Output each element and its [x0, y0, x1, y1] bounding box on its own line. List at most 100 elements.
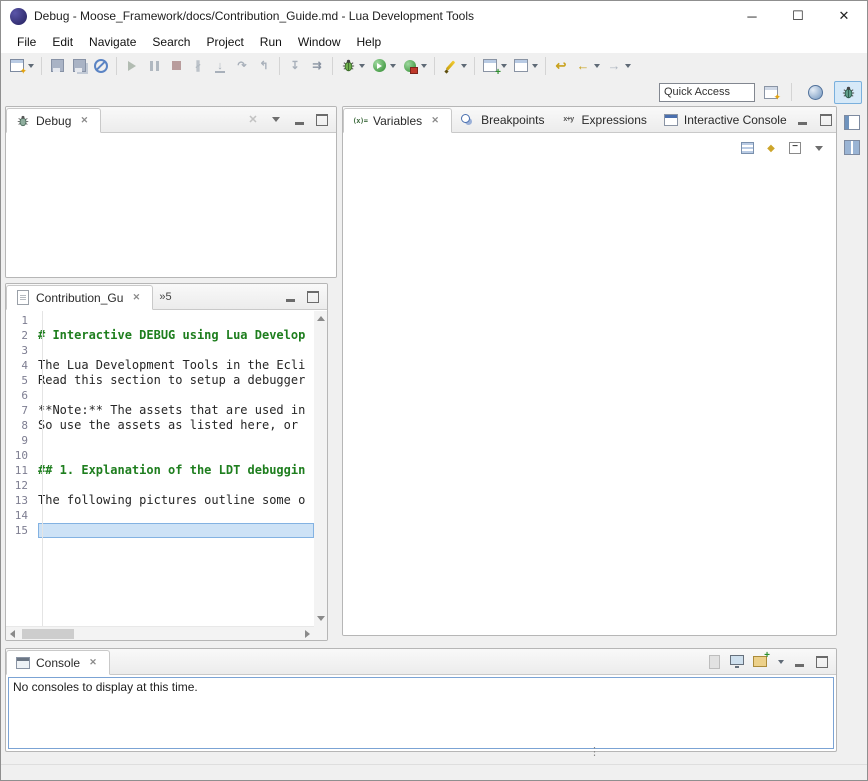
skip-all-breakpoints-button[interactable]: [90, 54, 112, 77]
resume-icon: [124, 58, 140, 74]
view-menu-icon[interactable]: [268, 112, 284, 128]
code-line[interactable]: 6: [6, 388, 314, 403]
step-over-button[interactable]: [231, 54, 253, 77]
scroll-up-icon[interactable]: [317, 316, 325, 321]
new-wizard-button[interactable]: [6, 54, 37, 77]
quick-access-input[interactable]: [659, 83, 755, 102]
maximize-icon[interactable]: [814, 654, 830, 670]
menu-edit[interactable]: Edit: [44, 32, 81, 52]
code-line[interactable]: 13 The following pictures outline some o: [6, 493, 314, 508]
debug-perspective-button[interactable]: [834, 81, 862, 104]
hidden-editors-indicator[interactable]: »5: [153, 291, 177, 303]
scroll-right-icon[interactable]: [305, 630, 310, 638]
show-logical-structures-icon[interactable]: [763, 140, 779, 156]
scroll-left-icon[interactable]: [10, 630, 15, 638]
remove-all-terminated-icon[interactable]: [245, 112, 261, 128]
code-line[interactable]: 5 Read this section to setup a debugger: [6, 373, 314, 388]
close-icon[interactable]: [427, 113, 443, 129]
code-line[interactable]: 10: [6, 448, 314, 463]
tab-expressions[interactable]: Expressions: [553, 107, 655, 132]
minimize-icon[interactable]: [791, 654, 807, 670]
use-step-filters-button[interactable]: [306, 54, 328, 77]
open-console-dropdown-icon[interactable]: [778, 660, 784, 664]
code-line[interactable]: 14: [6, 508, 314, 523]
step-return-icon: [256, 58, 272, 74]
tab-debug[interactable]: Debug: [6, 108, 101, 133]
code-line[interactable]: 2 # Interactive DEBUG using Lua Develop: [6, 328, 314, 343]
code-line[interactable]: 9: [6, 433, 314, 448]
last-edit-location-button[interactable]: [550, 54, 572, 77]
terminate-button[interactable]: [165, 54, 187, 77]
forward-button[interactable]: [603, 54, 634, 77]
console-message: No consoles to display at this time.: [13, 680, 198, 694]
menu-search[interactable]: Search: [144, 32, 198, 52]
restore-minimized-views-icon[interactable]: [844, 114, 860, 130]
open-element-button[interactable]: [510, 54, 541, 77]
tab-console[interactable]: Console: [6, 650, 110, 675]
code-area[interactable]: 1 2 # Interactive DEBUG using Lua Develo…: [6, 313, 314, 626]
sash-grip[interactable]: ⋮: [589, 750, 600, 755]
minimized-view-icon[interactable]: [844, 139, 860, 155]
menu-project[interactable]: Project: [198, 32, 251, 52]
line-text: [38, 433, 314, 448]
menu-window[interactable]: Window: [290, 32, 349, 52]
tab-contribution-guide[interactable]: Contribution_Gu: [6, 285, 153, 310]
minimize-icon[interactable]: [282, 289, 298, 305]
horizontal-scroll-thumb[interactable]: [22, 629, 74, 639]
close-icon[interactable]: [85, 655, 101, 671]
close-icon[interactable]: [128, 290, 144, 306]
menu-navigate[interactable]: Navigate: [81, 32, 144, 52]
minimize-icon[interactable]: [291, 112, 307, 128]
step-return-button[interactable]: [253, 54, 275, 77]
disconnect-button[interactable]: [187, 54, 209, 77]
save-button[interactable]: [46, 54, 68, 77]
mark-occurrences-dropdown-icon: [461, 64, 467, 68]
code-line[interactable]: 3: [6, 343, 314, 358]
step-into-button[interactable]: [209, 54, 231, 77]
horizontal-scrollbar[interactable]: [6, 626, 314, 640]
save-all-button[interactable]: [68, 54, 90, 77]
debug-button[interactable]: [337, 54, 368, 77]
show-type-names-icon[interactable]: [739, 140, 755, 156]
external-tools-button[interactable]: [399, 54, 430, 77]
run-button[interactable]: [368, 54, 399, 77]
maximize-icon[interactable]: [305, 289, 321, 305]
minimize-icon[interactable]: [795, 112, 811, 128]
menu-help[interactable]: Help: [349, 32, 390, 52]
back-button[interactable]: [572, 54, 603, 77]
suspend-button[interactable]: [143, 54, 165, 77]
menu-file[interactable]: File: [9, 32, 44, 52]
open-perspective-button[interactable]: [760, 81, 782, 104]
resume-button[interactable]: [121, 54, 143, 77]
minimize-window-button[interactable]: ─: [729, 1, 775, 31]
display-selected-console-icon[interactable]: [729, 654, 745, 670]
maximize-window-button[interactable]: ☐: [775, 1, 821, 31]
lua-perspective-button[interactable]: [801, 81, 829, 104]
line-number: 7: [6, 403, 38, 418]
scroll-down-icon[interactable]: [317, 616, 325, 621]
code-line[interactable]: 4 The Lua Development Tools in the Ecli: [6, 358, 314, 373]
maximize-icon[interactable]: [314, 112, 330, 128]
tab-breakpoints[interactable]: Breakpoints: [452, 107, 552, 132]
close-icon[interactable]: [76, 113, 92, 129]
new-lua-file-button[interactable]: [479, 54, 510, 77]
code-line[interactable]: 8 So use the assets as listed here, or: [6, 418, 314, 433]
open-console-icon[interactable]: [752, 654, 768, 670]
menu-run[interactable]: Run: [252, 32, 290, 52]
maximize-icon[interactable]: [818, 112, 834, 128]
mark-occurrences-button[interactable]: [439, 54, 470, 77]
tab-variables[interactable]: Variables: [343, 108, 452, 133]
code-line[interactable]: 15: [6, 523, 314, 538]
close-window-button[interactable]: ✕: [821, 1, 867, 31]
code-line[interactable]: 12: [6, 478, 314, 493]
view-menu-icon[interactable]: [811, 140, 827, 156]
code-line[interactable]: 11 ## 1. Explanation of the LDT debuggin: [6, 463, 314, 478]
drop-to-frame-button[interactable]: [284, 54, 306, 77]
pin-console-icon[interactable]: [706, 654, 722, 670]
code-line[interactable]: 7 **Note:** The assets that are used in: [6, 403, 314, 418]
tab-interactive-console[interactable]: Interactive Console: [655, 107, 795, 132]
collapse-all-icon[interactable]: [787, 140, 803, 156]
console-content[interactable]: No consoles to display at this time.: [8, 677, 834, 749]
vertical-scrollbar[interactable]: [314, 311, 327, 626]
code-line[interactable]: 1: [6, 313, 314, 328]
